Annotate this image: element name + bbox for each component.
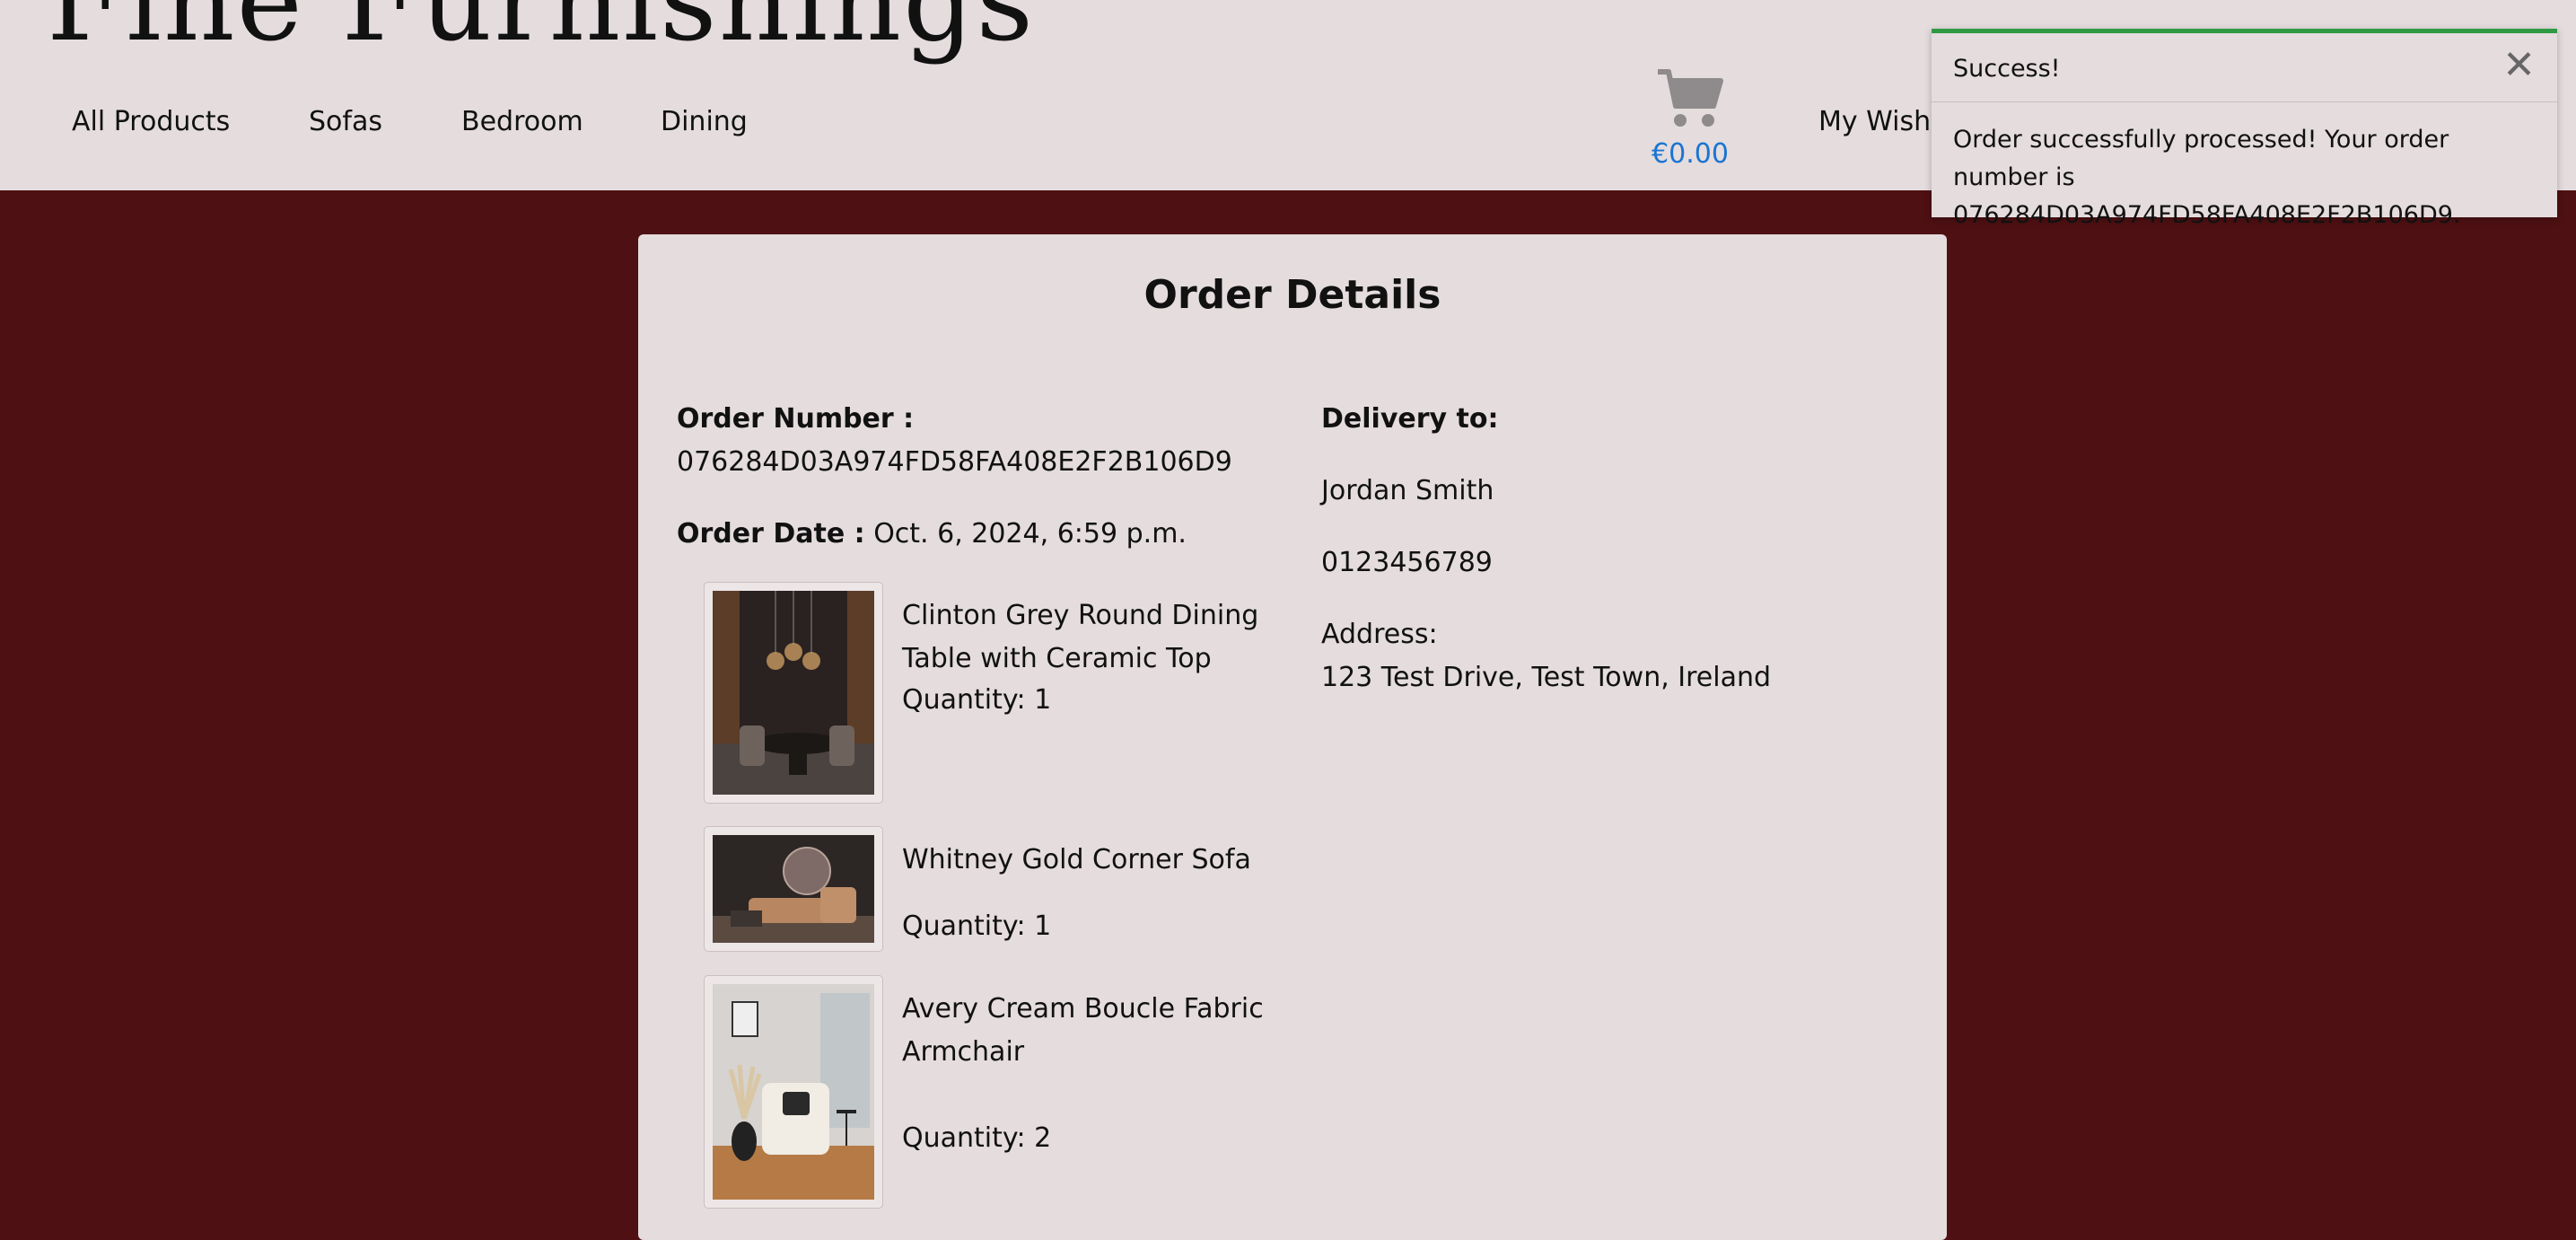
item-quantity: Quantity: 1 [902,684,1052,716]
item-quantity: Quantity: 1 [902,910,1052,942]
nav-sofas[interactable]: Sofas [309,106,382,137]
item-name: Clinton Grey Round Dining Table with Cer… [902,600,1259,674]
item-name: Whitney Gold Corner Sofa [902,844,1251,875]
site-logo[interactable]: Fine Furnishings [47,0,1035,66]
delivery-name: Jordan Smith [1321,475,1494,506]
address-label: Address: [1321,619,1438,650]
order-date-label: Order Date : [677,518,865,550]
delivery-address: 123 Test Drive, Test Town, Ireland [1321,662,1772,693]
close-icon[interactable]: ✕ [2502,46,2536,85]
order-number: Order Number : 076284D03A974FD58FA408E2F… [677,398,1232,484]
cart-link[interactable]: €0.00 [1650,66,1730,170]
cart-total: €0.00 [1652,138,1729,170]
toast-title: Success! [1953,55,2061,83]
item-name: Avery Cream Boucle Fabric Armchair [902,993,1264,1068]
product-image[interactable] [704,975,883,1209]
page-title: Order Details [1143,272,1441,318]
success-toast: Success! ✕ Order successfully processed!… [1932,29,2557,229]
delivery-label: Delivery to: [1321,403,1499,435]
nav-all-products[interactable]: All Products [72,106,230,137]
order-number-value: 076284D03A974FD58FA408E2F2B106D9 [677,446,1232,478]
cart-icon [1650,66,1730,129]
nav-dining[interactable]: Dining [661,106,748,137]
product-image[interactable] [704,826,883,952]
toast-header: Success! ✕ [1932,33,2557,102]
order-details-card: Order Details Order Number : 076284D03A9… [638,234,1947,1240]
order-date-value: Oct. 6, 2024, 6:59 p.m. [873,518,1187,550]
item-quantity: Quantity: 2 [902,1122,1052,1154]
order-date: Order Date : Oct. 6, 2024, 6:59 p.m. [677,513,1187,556]
product-image[interactable] [704,582,883,804]
nav-my-wishlist[interactable]: My Wishl [1818,106,1939,137]
delivery-phone: 0123456789 [1321,547,1493,578]
toast-message: Order successfully processed! Your order… [1953,126,2461,229]
nav-bedroom[interactable]: Bedroom [461,106,583,137]
order-number-label: Order Number : [677,403,915,435]
